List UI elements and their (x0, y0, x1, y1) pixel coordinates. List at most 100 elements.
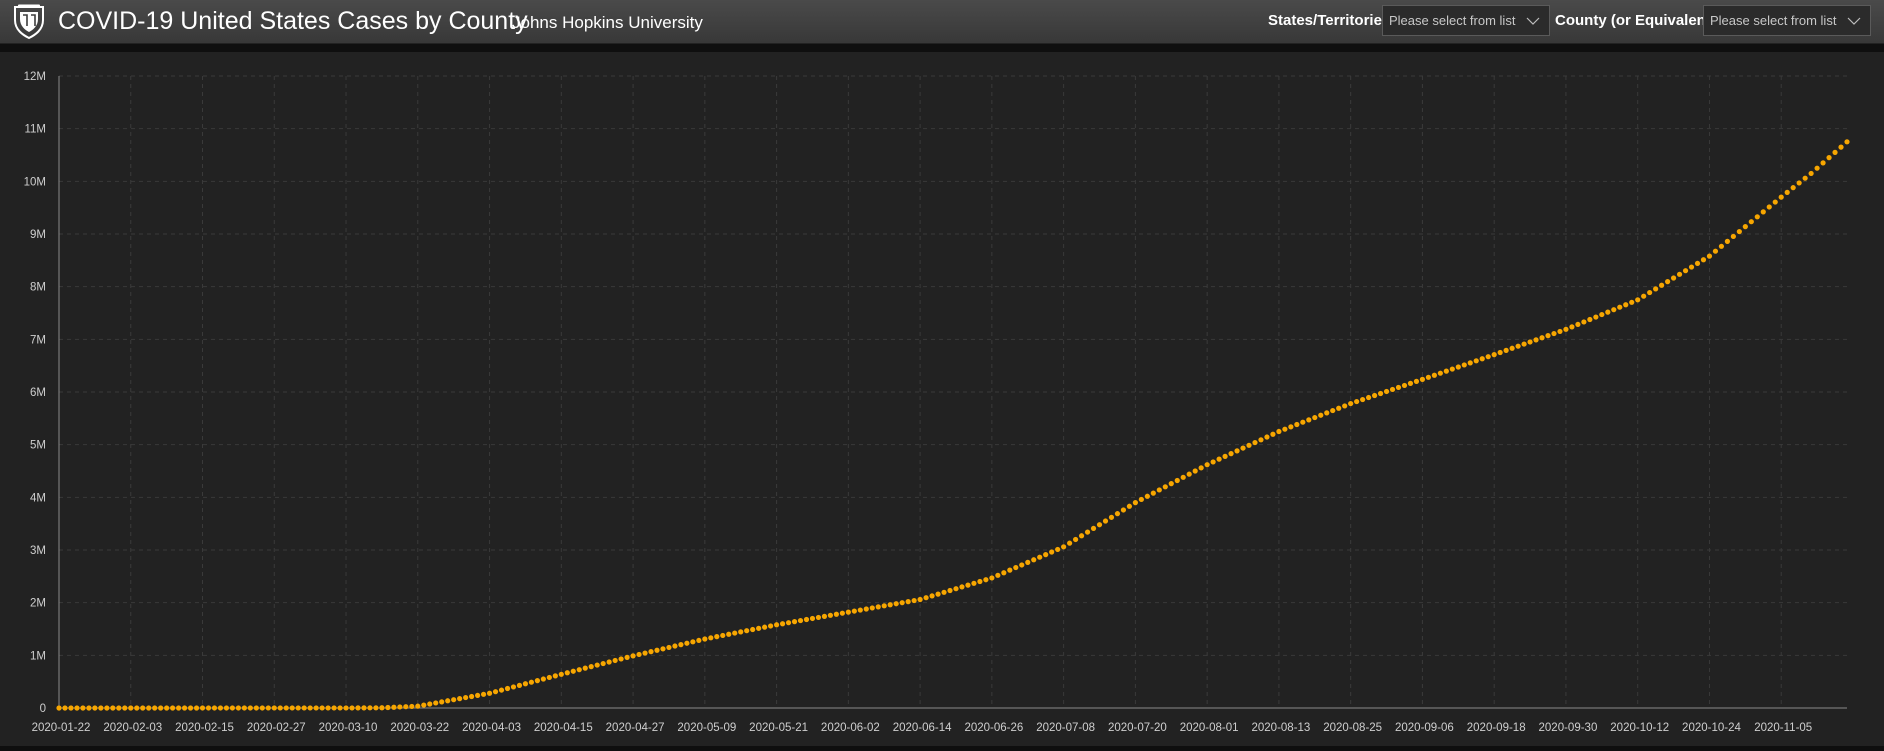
data-point (911, 597, 917, 604)
data-point (1676, 271, 1683, 277)
data-point (1102, 518, 1109, 524)
data-point (797, 617, 804, 624)
data-point (1186, 471, 1192, 477)
data-point (1061, 544, 1067, 550)
data-point (1300, 419, 1306, 425)
chart-axes (58, 76, 1847, 709)
data-point (367, 705, 373, 711)
data-point (1820, 160, 1826, 166)
data-point (1473, 358, 1479, 364)
x-tick-label: 2020-06-14 (893, 722, 952, 734)
data-point (349, 705, 355, 711)
data-point (1575, 321, 1581, 328)
data-point (337, 705, 343, 711)
data-point (582, 665, 588, 671)
chevron-down-icon (1526, 17, 1540, 25)
data-point (905, 599, 911, 605)
data-point (325, 705, 331, 711)
data-point (474, 692, 481, 699)
data-point (1796, 180, 1802, 186)
data-point (845, 609, 851, 615)
data-point (1049, 549, 1055, 555)
data-point (80, 705, 86, 711)
data-point (199, 705, 206, 711)
data-point (247, 705, 253, 711)
data-point (1366, 394, 1372, 401)
data-point (1001, 570, 1007, 576)
data-point (1736, 228, 1742, 235)
data-point (1688, 264, 1695, 270)
data-point (1336, 405, 1342, 411)
data-point (1114, 511, 1121, 517)
data-point (899, 600, 905, 606)
data-point (116, 705, 122, 711)
data-point (1491, 352, 1497, 358)
data-point (1515, 343, 1521, 349)
data-point (522, 681, 529, 687)
data-point (1342, 403, 1348, 409)
data-point (959, 584, 965, 590)
data-point (540, 676, 546, 682)
data-point (504, 685, 511, 692)
x-tick-label: 2020-04-03 (462, 722, 521, 734)
data-point (863, 606, 869, 612)
data-point (941, 589, 947, 595)
data-point (1246, 442, 1252, 448)
y-tick-label: 8M (30, 282, 46, 294)
data-point (1694, 260, 1701, 267)
x-tick-label: 2020-02-27 (247, 722, 306, 734)
data-point (1605, 309, 1611, 315)
data-point (708, 635, 714, 641)
states-select[interactable]: Please select from list (1382, 5, 1550, 36)
data-point (1055, 546, 1061, 553)
data-point (977, 578, 983, 585)
data-point (684, 640, 690, 646)
data-point (439, 699, 445, 705)
data-point (594, 662, 600, 668)
data-point (492, 689, 499, 695)
data-point (636, 651, 642, 658)
data-point (1108, 514, 1115, 520)
data-point (606, 659, 612, 665)
x-tick-label: 2020-09-30 (1539, 722, 1598, 734)
data-point (1425, 374, 1432, 380)
county-select[interactable]: Please select from list (1703, 5, 1871, 36)
data-point (893, 601, 899, 607)
x-tick-label: 2020-05-09 (677, 722, 736, 734)
data-point (1276, 428, 1282, 435)
data-point (211, 705, 218, 711)
data-point (1808, 170, 1814, 177)
y-tick-label: 12M (24, 71, 46, 83)
data-point (1844, 139, 1850, 145)
data-point (62, 705, 68, 711)
data-point (1563, 326, 1569, 332)
x-tick-label: 2020-07-20 (1108, 722, 1167, 734)
data-point (187, 705, 194, 711)
data-point (1360, 396, 1366, 403)
data-point (564, 670, 570, 676)
data-point (1318, 412, 1324, 418)
data-point (1593, 314, 1599, 320)
data-point (469, 693, 475, 700)
y-tick-label: 9M (30, 229, 46, 241)
data-point (56, 705, 62, 711)
data-point (558, 671, 564, 677)
data-point (1228, 451, 1234, 457)
data-point (152, 705, 158, 711)
data-point (181, 705, 188, 711)
data-point (498, 687, 505, 693)
data-point (1497, 349, 1503, 356)
data-point (1623, 302, 1629, 308)
data-point (953, 586, 959, 592)
data-point (714, 634, 720, 640)
data-point (74, 705, 80, 711)
data-point (1282, 426, 1288, 432)
data-point (821, 613, 828, 619)
data-point (827, 612, 834, 618)
data-point (241, 705, 247, 711)
y-tick-label: 7M (30, 334, 46, 346)
data-point (851, 608, 857, 614)
chart-grid (59, 75, 1847, 708)
data-point (534, 678, 540, 684)
data-point (1162, 484, 1168, 490)
